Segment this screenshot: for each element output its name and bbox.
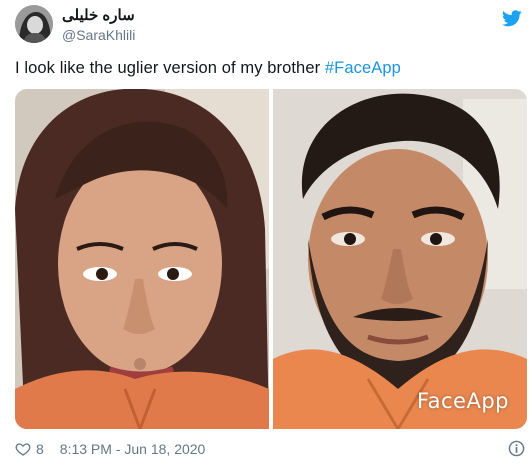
author-avatar[interactable] xyxy=(15,5,53,43)
info-icon[interactable] xyxy=(508,440,525,457)
tweet-media[interactable]: FaceApp xyxy=(15,89,527,429)
tweet-timestamp[interactable]: 8:13 PM - Jun 18, 2020 xyxy=(60,441,206,457)
faceapp-male-version-photo[interactable] xyxy=(273,89,527,429)
heart-icon[interactable] xyxy=(15,441,31,457)
hashtag-link[interactable]: #FaceApp xyxy=(325,59,401,77)
author-handle[interactable]: @SaraKhlili xyxy=(62,27,135,43)
tweet-body: I look like the uglier version of my bro… xyxy=(15,59,325,77)
tweet-footer: 8 8:13 PM - Jun 18, 2020 xyxy=(15,439,527,459)
faceapp-watermark: FaceApp xyxy=(416,389,509,413)
selfie-photo[interactable] xyxy=(15,89,269,429)
twitter-bird-icon[interactable] xyxy=(502,10,522,27)
tweet-text: I look like the uglier version of my bro… xyxy=(15,59,401,78)
like-count[interactable]: 8 xyxy=(36,441,44,457)
author-display-name[interactable]: ساره خلیلی xyxy=(62,6,135,24)
